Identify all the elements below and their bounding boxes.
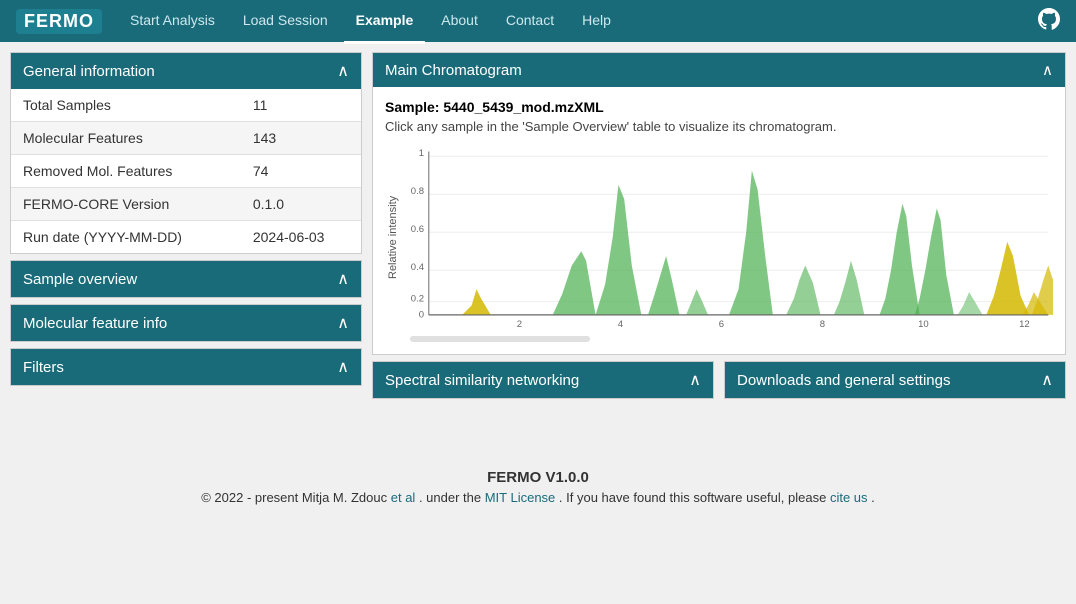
downloads-section: Downloads and general settings ∧ (724, 361, 1066, 399)
molecular-feature-chevron: ∧ (337, 313, 349, 333)
info-value: 2024-06-03 (241, 221, 361, 254)
logo[interactable]: FERMO (16, 9, 102, 34)
chromatogram-chevron: ∧ (1042, 61, 1053, 79)
filters-title: Filters (23, 359, 64, 376)
downloads-chevron: ∧ (1041, 370, 1053, 390)
chromatogram-svg: 1 0.8 0.6 0.4 0.2 0 (405, 142, 1053, 332)
spectral-header[interactable]: Spectral similarity networking ∧ (373, 362, 713, 398)
chromatogram-title: Main Chromatogram (385, 62, 522, 79)
spectral-title: Spectral similarity networking (385, 372, 579, 389)
filters-chevron: ∧ (337, 357, 349, 377)
info-label: Molecular Features (11, 122, 241, 155)
nav-example[interactable]: Example (344, 0, 426, 44)
sample-overview-section: Sample overview ∧ (10, 260, 362, 298)
chromatogram-description: Click any sample in the 'Sample Overview… (385, 119, 1053, 134)
footer-copyright: © 2022 - present Mitja M. Zdouc et al . … (20, 490, 1056, 505)
main-content: General information ∧ Total Samples11Mol… (0, 42, 1076, 409)
footer-title: FERMO V1.0.0 (20, 469, 1056, 486)
nav-load-session[interactable]: Load Session (231, 0, 340, 44)
info-value: 74 (241, 155, 361, 188)
y-axis-label: Relative intensity (385, 142, 405, 332)
info-label: Removed Mol. Features (11, 155, 241, 188)
info-row: Removed Mol. Features74 (11, 155, 361, 188)
molecular-feature-section: Molecular feature info ∧ (10, 304, 362, 342)
svg-text:2: 2 (517, 319, 522, 330)
general-info-section: General information ∧ Total Samples11Mol… (10, 52, 362, 254)
chart-area: Relative intensity 1 0.8 0.6 0.4 0.2 0 (385, 142, 1053, 332)
svg-text:0.4: 0.4 (411, 262, 424, 273)
footer-license-link[interactable]: MIT License (485, 490, 556, 505)
molecular-feature-title: Molecular feature info (23, 315, 167, 332)
spectral-section: Spectral similarity networking ∧ (372, 361, 714, 399)
svg-text:8: 8 (820, 319, 825, 330)
svg-text:0: 0 (419, 310, 424, 321)
general-info-title: General information (23, 63, 155, 80)
info-label: Run date (YYYY-MM-DD) (11, 221, 241, 254)
spectral-chevron: ∧ (689, 370, 701, 390)
general-info-table: Total Samples11Molecular Features143Remo… (11, 89, 361, 253)
footer-et-al-link[interactable]: et al (391, 490, 416, 505)
bottom-row: Spectral similarity networking ∧ Downloa… (372, 361, 1066, 399)
filters-section: Filters ∧ (10, 348, 362, 386)
chart-svg-container: 1 0.8 0.6 0.4 0.2 0 (405, 142, 1053, 332)
chromatogram-sample-label: Sample: 5440_5439_mod.mzXML (385, 99, 1053, 115)
general-info-chevron: ∧ (337, 61, 349, 81)
chromatogram-header[interactable]: Main Chromatogram ∧ (373, 53, 1065, 87)
chromatogram-body: Sample: 5440_5439_mod.mzXML Click any sa… (373, 87, 1065, 354)
sample-overview-chevron: ∧ (337, 269, 349, 289)
navbar: FERMO Start Analysis Load Session Exampl… (0, 0, 1076, 42)
sample-overview-header[interactable]: Sample overview ∧ (11, 261, 361, 297)
svg-text:1: 1 (419, 148, 424, 159)
nav-links: Start Analysis Load Session Example Abou… (118, 0, 623, 44)
filters-header[interactable]: Filters ∧ (11, 349, 361, 385)
svg-text:6: 6 (719, 319, 724, 330)
chromatogram-scrollbar[interactable] (410, 336, 590, 342)
general-info-header[interactable]: General information ∧ (11, 53, 361, 89)
info-row: Molecular Features143 (11, 122, 361, 155)
info-label: FERMO-CORE Version (11, 188, 241, 221)
svg-text:10: 10 (918, 319, 929, 330)
nav-help[interactable]: Help (570, 0, 623, 44)
github-icon[interactable] (1038, 8, 1060, 35)
svg-text:0.8: 0.8 (411, 186, 424, 197)
nav-contact[interactable]: Contact (494, 0, 566, 44)
info-row: Run date (YYYY-MM-DD)2024-06-03 (11, 221, 361, 254)
svg-text:0.2: 0.2 (411, 294, 424, 305)
info-value: 11 (241, 89, 361, 122)
info-value: 143 (241, 122, 361, 155)
downloads-header[interactable]: Downloads and general settings ∧ (725, 362, 1065, 398)
left-panel: General information ∧ Total Samples11Mol… (10, 52, 362, 399)
svg-text:12: 12 (1019, 319, 1030, 330)
nav-about[interactable]: About (429, 0, 490, 44)
chromatogram-section: Main Chromatogram ∧ Sample: 5440_5439_mo… (372, 52, 1066, 355)
info-row: Total Samples11 (11, 89, 361, 122)
svg-text:4: 4 (618, 319, 623, 330)
sample-overview-title: Sample overview (23, 271, 137, 288)
nav-start-analysis[interactable]: Start Analysis (118, 0, 227, 44)
footer-cite-link[interactable]: cite us (830, 490, 868, 505)
right-panel: Main Chromatogram ∧ Sample: 5440_5439_mo… (372, 52, 1066, 399)
info-row: FERMO-CORE Version0.1.0 (11, 188, 361, 221)
downloads-title: Downloads and general settings (737, 372, 950, 389)
footer: FERMO V1.0.0 © 2022 - present Mitja M. Z… (0, 449, 1076, 525)
svg-text:0.6: 0.6 (411, 224, 424, 235)
molecular-feature-header[interactable]: Molecular feature info ∧ (11, 305, 361, 341)
info-label: Total Samples (11, 89, 241, 122)
info-value: 0.1.0 (241, 188, 361, 221)
